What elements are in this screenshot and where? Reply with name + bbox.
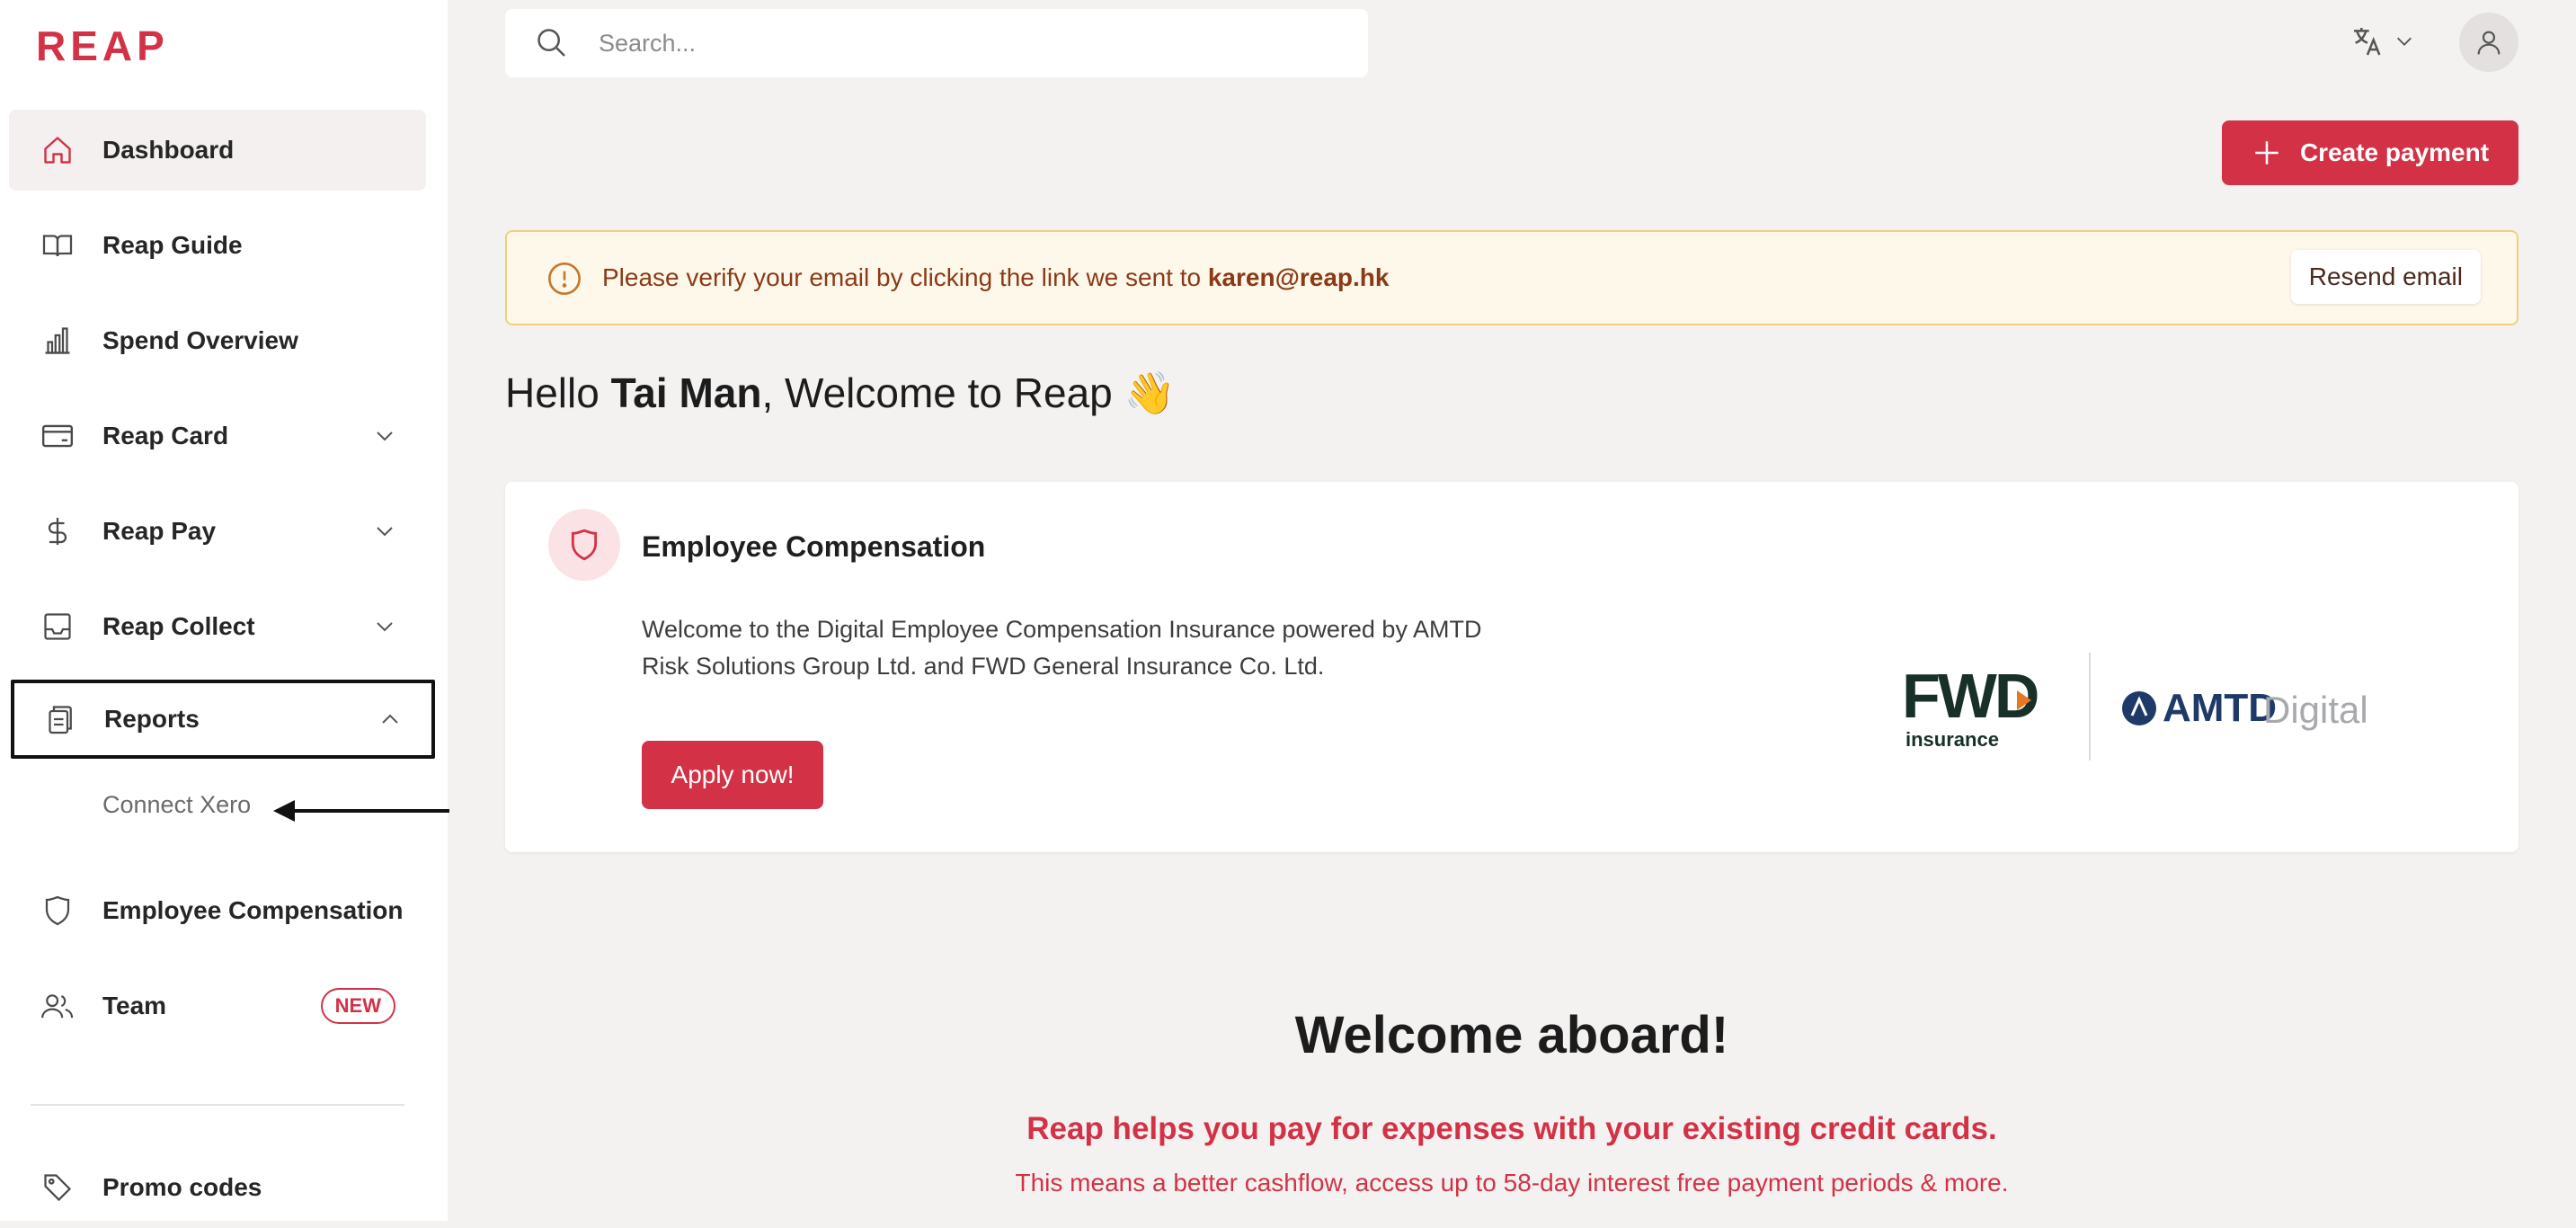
greeting-name: Tai Man <box>610 369 762 416</box>
language-selector[interactable] <box>2349 23 2414 59</box>
documents-icon <box>41 701 77 737</box>
search-bar <box>505 9 1368 77</box>
chevron-down-icon[interactable] <box>374 427 395 445</box>
sidebar-item-team[interactable]: Team NEW <box>9 965 426 1046</box>
create-payment-label: Create payment <box>2299 138 2490 166</box>
sidebar-item-label: Spend Overview <box>102 326 298 354</box>
logo-divider <box>2089 653 2091 761</box>
sidebar-item-reap-collect[interactable]: Reap Collect <box>9 586 426 667</box>
sidebar-item-spend-overview[interactable]: Spend Overview <box>9 300 426 381</box>
sidebar-item-promo-codes[interactable]: Promo codes <box>9 1147 426 1228</box>
shield-icon <box>548 509 620 581</box>
sidebar-item-label: Reports <box>104 705 200 733</box>
sidebar-item-reap-card[interactable]: Reap Card <box>9 396 426 476</box>
alert-text: Please verify your email by clicking the… <box>602 263 1208 291</box>
sidebar-item-reap-guide[interactable]: Reap Guide <box>9 205 426 286</box>
resend-email-button[interactable]: Resend email <box>2290 250 2481 304</box>
sidebar-item-reap-pay[interactable]: Reap Pay <box>9 491 426 572</box>
sidebar-item-employee-compensation[interactable]: Employee Compensation <box>9 870 426 951</box>
card-icon <box>40 418 76 454</box>
greeting-heading: Hello Tai Man, Welcome to Reap 👋 <box>505 369 1176 418</box>
card-title: Employee Compensation <box>642 530 986 563</box>
welcome-title: Welcome aboard! <box>1294 1006 1729 1064</box>
sidebar-item-label: Reap Collect <box>102 612 255 640</box>
sidebar-item-label: Dashboard <box>102 136 235 164</box>
search-icon <box>534 25 570 61</box>
shield-icon <box>40 893 76 929</box>
search-input[interactable] <box>597 28 1337 58</box>
sidebar-item-reports[interactable]: Reports <box>11 680 435 759</box>
users-icon <box>40 988 76 1024</box>
sidebar-item-label: Reap Pay <box>102 517 217 545</box>
sidebar: REAP Dashboard Reap Guide Spend Overview… <box>0 0 448 1221</box>
chevron-down-icon[interactable] <box>374 618 395 636</box>
svg-text:insurance: insurance <box>1905 728 1999 751</box>
apply-now-button[interactable]: Apply now! <box>642 741 823 809</box>
translate-icon <box>2349 23 2385 59</box>
alert-circle-icon <box>546 261 582 297</box>
sidebar-subitem-connect-xero[interactable]: Connect Xero <box>102 791 251 819</box>
user-icon <box>2474 28 2503 57</box>
svg-text:AMTD: AMTD <box>2163 686 2277 730</box>
welcome-tagline: Reap helps you pay for expenses with you… <box>1026 1111 1997 1146</box>
verify-email-alert: Please verify your email by clicking the… <box>505 230 2518 325</box>
book-icon <box>40 227 76 263</box>
sidebar-item-dashboard[interactable]: Dashboard <box>9 110 426 191</box>
employee-compensation-card: Employee Compensation Welcome to the Dig… <box>505 482 2518 852</box>
tag-icon <box>40 1170 76 1206</box>
alert-email: karen@reap.hk <box>1207 263 1390 291</box>
chevron-down-icon <box>2394 34 2414 49</box>
sidebar-item-label: Reap Card <box>102 422 229 449</box>
alert-message: Please verify your email by clicking the… <box>602 263 1389 292</box>
annotation-arrow-icon <box>273 800 449 822</box>
fwd-logo: FWD insurance <box>1902 661 2040 751</box>
card-description: Welcome to the Digital Employee Compensa… <box>642 616 1482 680</box>
svg-text:Digital: Digital <box>2263 689 2368 731</box>
sidebar-divider <box>31 1104 404 1106</box>
create-payment-button[interactable]: Create payment <box>2222 120 2518 185</box>
sidebar-item-label: Team <box>102 992 167 1019</box>
plus-icon <box>2252 138 2282 168</box>
sidebar-item-label: Reap Guide <box>102 231 243 259</box>
chevron-down-icon[interactable] <box>374 522 395 540</box>
sidebar-item-label: Promo codes <box>102 1173 262 1201</box>
sidebar-item-label: Employee Compensation <box>102 896 404 924</box>
reap-logo[interactable]: REAP <box>36 22 169 70</box>
home-icon <box>40 132 76 168</box>
dollar-icon <box>40 513 76 549</box>
amtd-logo: AMTD Digital <box>2122 686 2368 731</box>
greeting-suffix: , Welcome to Reap 👋 <box>761 369 1176 416</box>
bar-chart-icon <box>40 323 76 359</box>
welcome-subline: This means a better cashflow, access up … <box>1015 1169 2009 1197</box>
new-badge: NEW <box>320 988 395 1024</box>
chevron-up-icon[interactable] <box>379 710 401 728</box>
partner-logos: FWD insurance AMTD Digital <box>1902 653 2368 761</box>
greeting-prefix: Hello <box>505 369 611 416</box>
inbox-icon <box>40 609 76 645</box>
user-avatar[interactable] <box>2459 13 2518 72</box>
